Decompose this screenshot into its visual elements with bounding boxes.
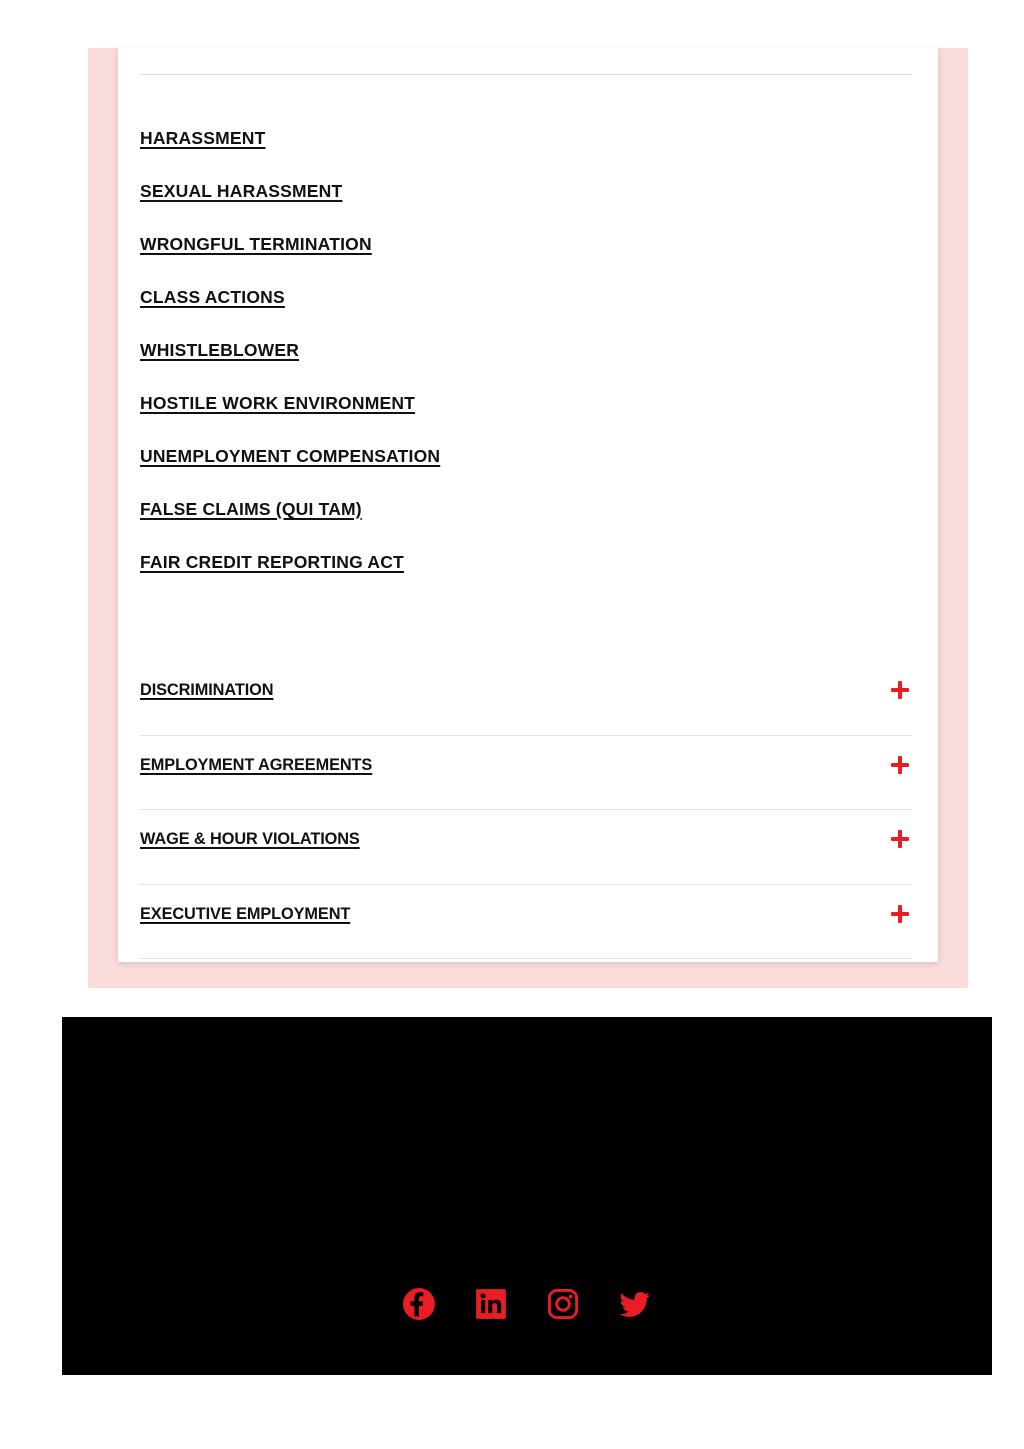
plus-icon[interactable] <box>890 680 910 700</box>
accordion-label-executive-employment: EXECUTIVE EMPLOYMENT <box>140 903 351 923</box>
card-inner: HARASSMENT SEXUAL HARASSMENT WRONGFUL TE… <box>140 48 914 962</box>
accordion-header-executive-employment[interactable]: EXECUTIVE EMPLOYMENT <box>140 885 912 943</box>
practice-link-unemployment-compensation[interactable]: UNEMPLOYMENT COMPENSATION <box>140 447 440 466</box>
plus-icon[interactable] <box>890 829 910 849</box>
accordion-header-wage-hour-violations[interactable]: WAGE & HOUR VIOLATIONS <box>140 810 912 868</box>
accordion-header-employment-agreements[interactable]: EMPLOYMENT AGREEMENTS <box>140 736 912 794</box>
practice-link-hostile-work-environment[interactable]: HOSTILE WORK ENVIRONMENT <box>140 394 415 413</box>
accordion-label-discrimination: DISCRIMINATION <box>140 680 274 699</box>
facebook-icon <box>403 1288 435 1320</box>
twitter-icon <box>619 1292 650 1317</box>
plus-icon[interactable] <box>890 755 910 775</box>
accordion-item-discrimination[interactable]: DISCRIMINATION <box>140 661 912 736</box>
practice-link-harassment[interactable]: HARASSMENT <box>140 129 265 148</box>
linkedin-icon <box>476 1289 506 1319</box>
accordion-label-wage-hour-violations: WAGE & HOUR VIOLATIONS <box>140 829 360 848</box>
facebook-link[interactable] <box>402 1287 436 1321</box>
practice-link-sexual-harassment[interactable]: SEXUAL HARASSMENT <box>140 182 342 201</box>
site-footer <box>62 1017 992 1375</box>
practice-link-fair-credit-reporting-act[interactable]: FAIR CREDIT REPORTING ACT <box>140 553 404 572</box>
practice-link-wrongful-termination[interactable]: WRONGFUL TERMINATION <box>140 235 372 254</box>
practice-link-false-claims[interactable]: FALSE CLAIMS (QUI TAM) <box>140 500 362 519</box>
accordion-label-employment-agreements: EMPLOYMENT AGREEMENTS <box>140 754 373 774</box>
instagram-icon <box>547 1288 579 1320</box>
practice-area-accordion: DISCRIMINATION EMPLOYMENT AGREEMENTS WAG… <box>140 661 912 959</box>
accordion-item-employment-agreements[interactable]: EMPLOYMENT AGREEMENTS <box>140 736 912 810</box>
accordion-item-wage-hour-violations[interactable]: WAGE & HOUR VIOLATIONS <box>140 810 912 885</box>
practice-areas-card: HARASSMENT SEXUAL HARASSMENT WRONGFUL TE… <box>118 48 938 962</box>
top-divider <box>140 74 912 75</box>
accordion-item-executive-employment[interactable]: EXECUTIVE EMPLOYMENT <box>140 885 912 959</box>
practice-link-whistleblower[interactable]: WHISTLEBLOWER <box>140 341 299 360</box>
plus-icon[interactable] <box>890 904 910 924</box>
practice-area-link-list: HARASSMENT SEXUAL HARASSMENT WRONGFUL TE… <box>140 129 912 572</box>
linkedin-link[interactable] <box>474 1287 508 1321</box>
instagram-link[interactable] <box>546 1287 580 1321</box>
accordion-header-discrimination[interactable]: DISCRIMINATION <box>140 661 912 719</box>
social-links-row <box>62 1287 992 1321</box>
practice-link-class-actions[interactable]: CLASS ACTIONS <box>140 288 285 307</box>
twitter-link[interactable] <box>618 1287 652 1321</box>
